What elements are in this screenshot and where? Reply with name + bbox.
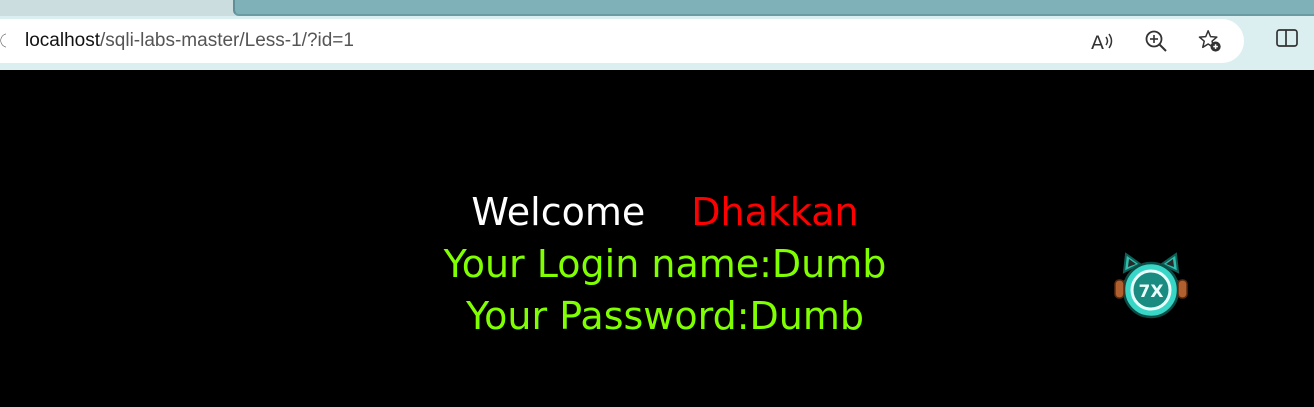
mascot-glyph: 7X [1139, 282, 1164, 302]
url-path: /sqli-labs-master/Less-1/?id=1 [100, 30, 354, 51]
welcome-label: Welcome [471, 190, 646, 234]
favorites-add-icon[interactable] [1197, 28, 1223, 54]
site-info-icon[interactable]: ⓘ [0, 33, 6, 49]
welcome-name: Dhakkan [691, 190, 859, 234]
mascot-icon[interactable]: 7X [1112, 250, 1190, 324]
svg-text:A: A [1091, 32, 1104, 54]
url-field[interactable]: localhost/sqli-labs-master/Less-1/?id=1 [25, 30, 354, 52]
zoom-icon[interactable] [1143, 28, 1169, 54]
read-aloud-icon[interactable]: A [1089, 28, 1115, 54]
welcome-line: Welcome Dhakkan [0, 186, 1314, 238]
tab-strip [0, 0, 1314, 16]
browser-toolbar: ⓘ localhost/sqli-labs-master/Less-1/?id=… [0, 16, 1314, 70]
address-bar[interactable]: ⓘ localhost/sqli-labs-master/Less-1/?id=… [0, 19, 1244, 63]
split-screen-icon[interactable] [1274, 25, 1300, 51]
page-content: Welcome Dhakkan Your Login name:Dumb Your… [0, 70, 1314, 407]
url-host: localhost [25, 30, 100, 51]
active-tab-edge[interactable] [233, 0, 1314, 16]
